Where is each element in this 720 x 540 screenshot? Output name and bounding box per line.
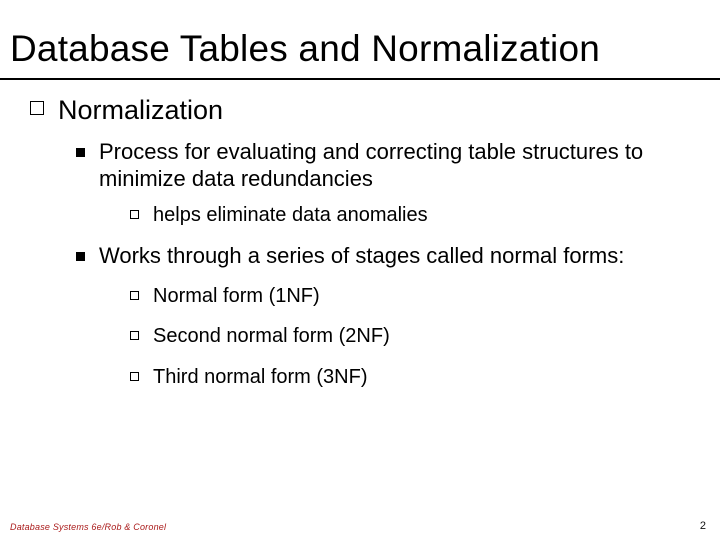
bullet-level3: helps eliminate data anomalies (130, 203, 690, 227)
bullet-text: Works through a series of stages called … (99, 243, 624, 270)
footer-source: Database Systems 6e/Rob & Coronel (10, 522, 166, 532)
page-number: 2 (700, 520, 706, 532)
filled-square-icon (76, 252, 85, 261)
bullet-text: Third normal form (3NF) (153, 365, 367, 389)
bullet-level2: Process for evaluating and correcting ta… (76, 139, 690, 193)
hollow-square-icon (30, 101, 44, 115)
slide: Database Tables and Normalization Normal… (0, 0, 720, 540)
bullet-text: Process for evaluating and correcting ta… (99, 139, 690, 193)
bullet-level3: Normal form (1NF) (130, 284, 690, 308)
filled-square-icon (76, 148, 85, 157)
hollow-square-small-icon (130, 331, 139, 340)
slide-content: Normalization Process for evaluating and… (0, 80, 720, 389)
bullet-text: Normalization (58, 94, 223, 127)
bullet-level3: Second normal form (2NF) (130, 324, 690, 348)
bullet-level1: Normalization (30, 94, 690, 127)
bullet-level3: Third normal form (3NF) (130, 365, 690, 389)
hollow-square-small-icon (130, 372, 139, 381)
bullet-level2: Works through a series of stages called … (76, 243, 690, 270)
hollow-square-small-icon (130, 210, 139, 219)
slide-title: Database Tables and Normalization (0, 0, 720, 78)
bullet-text: Second normal form (2NF) (153, 324, 390, 348)
bullet-text: Normal form (1NF) (153, 284, 320, 308)
hollow-square-small-icon (130, 291, 139, 300)
bullet-text: helps eliminate data anomalies (153, 203, 428, 227)
